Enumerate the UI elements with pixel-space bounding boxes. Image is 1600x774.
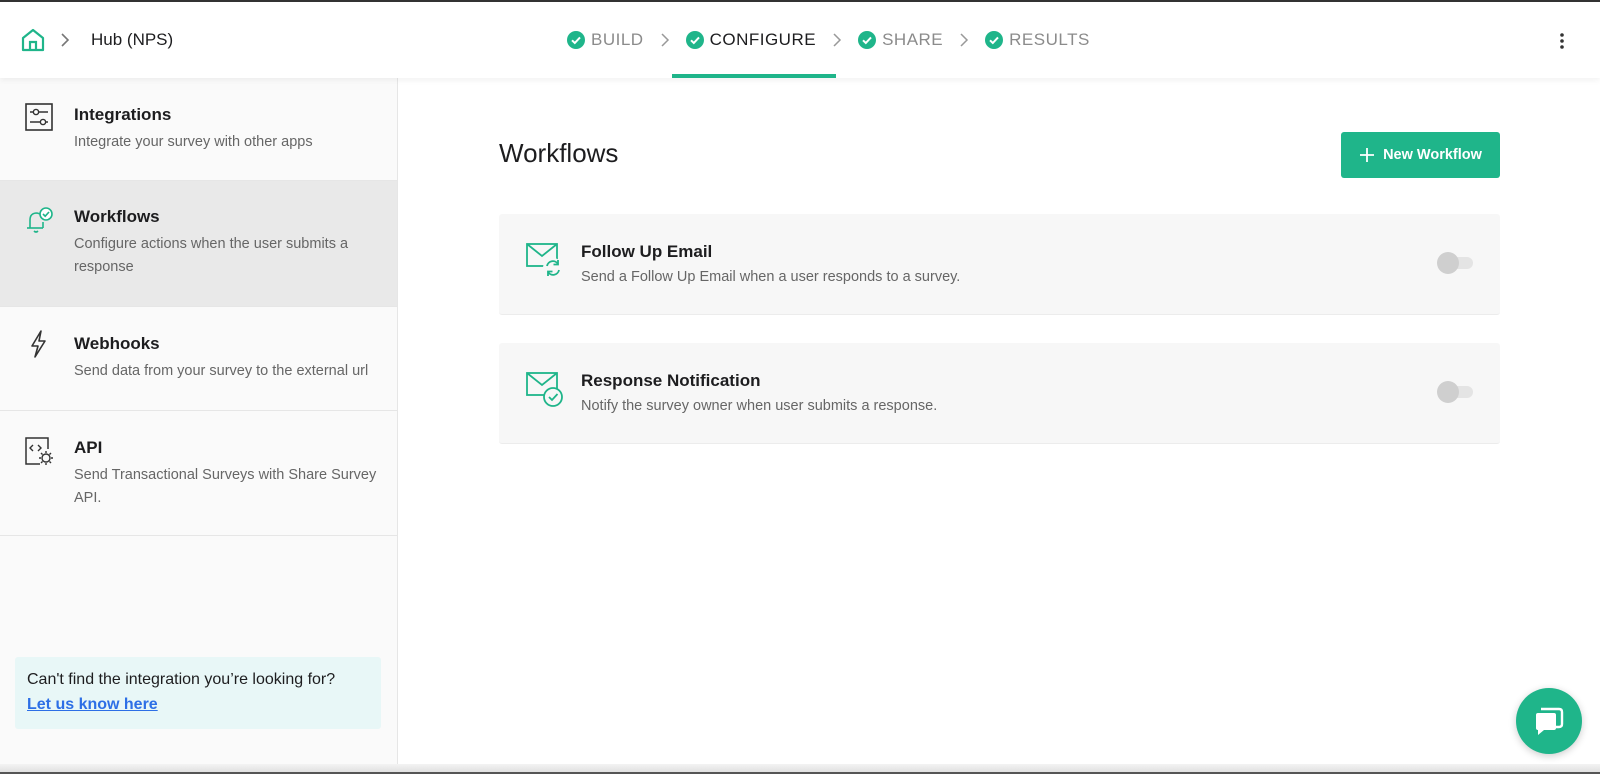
sidebar-item-workflows[interactable]: Workflows Configure actions when the use… (0, 181, 397, 307)
step-build[interactable]: BUILD (565, 2, 646, 78)
toggle-knob (1437, 252, 1459, 274)
lightning-icon (31, 330, 46, 358)
step-configure[interactable]: CONFIGURE (671, 2, 836, 78)
chat-launcher-button[interactable] (1516, 688, 1582, 754)
sidebar-item-desc: Send Transactional Surveys with Share Su… (74, 467, 377, 506)
step-results-label: RESULTS (1009, 30, 1090, 49)
step-build-label: BUILD (591, 30, 644, 49)
let-us-know-link[interactable]: Let us know here (27, 692, 158, 717)
check-circle-icon (985, 31, 1004, 49)
workflow-desc: Send a Follow Up Email when a user respo… (581, 269, 961, 285)
workflow-card-response-notification: Response Notification Notify the survey … (499, 343, 1500, 444)
sidebar-item-desc: Integrate your survey with other apps (74, 134, 313, 150)
step-configure-label: CONFIGURE (709, 30, 817, 49)
new-workflow-button[interactable]: New Workflow (1341, 132, 1500, 178)
wizard-steps: BUILD CONFIGURE SHARE RESULTS (565, 2, 1092, 78)
workflow-title: Follow Up Email (581, 242, 713, 261)
follow-up-email-toggle[interactable] (1437, 252, 1473, 274)
step-share-label: SHARE (882, 30, 944, 49)
sidebar-item-title: Webhooks (74, 334, 160, 353)
home-icon[interactable] (20, 27, 46, 53)
sidebar-item-title: Workflows (74, 207, 160, 226)
sidebar-item-title: Integrations (74, 105, 172, 124)
check-circle-icon (858, 31, 877, 49)
sidebar-item-integrations[interactable]: Integrations Integrate your survey with … (0, 78, 397, 181)
page-title: Workflows (499, 138, 619, 168)
main-content: Workflows New Workflow Follow Up Email S… (399, 78, 1600, 774)
check-circle-icon (567, 31, 585, 49)
workflow-title: Response Notification (581, 371, 761, 390)
help-callout: Can't find the integration you’re lookin… (15, 657, 381, 729)
chat-bubble-icon (1536, 707, 1564, 735)
sidebar-item-desc: Configure actions when the user submits … (74, 236, 349, 275)
check-circle-icon (685, 31, 704, 49)
more-options-icon[interactable] (1552, 30, 1572, 52)
step-share[interactable]: SHARE (856, 2, 945, 78)
chevron-right-icon (61, 33, 70, 47)
plus-icon (1360, 148, 1375, 162)
chevron-right-icon (960, 33, 969, 47)
sliders-icon (25, 103, 53, 131)
step-results[interactable]: RESULTS (983, 2, 1092, 78)
response-notification-toggle[interactable] (1437, 381, 1473, 403)
workflow-card-follow-up-email: Follow Up Email Send a Follow Up Email w… (499, 214, 1500, 315)
help-text: Can't find the integration you’re lookin… (27, 671, 336, 688)
top-header: Hub (NPS) BUILD CONFIGURE SHARE RESULTS (0, 2, 1600, 78)
toggle-knob (1437, 381, 1459, 403)
sidebar: Integrations Integrate your survey with … (0, 78, 398, 774)
bell-check-icon (27, 207, 53, 233)
breadcrumb-survey-title[interactable]: Hub (NPS) (91, 30, 173, 50)
sidebar-item-desc: Send data from your survey to the extern… (74, 363, 369, 379)
new-workflow-label: New Workflow (1383, 147, 1482, 163)
chevron-right-icon (661, 33, 669, 47)
mail-refresh-icon (526, 243, 563, 278)
code-gear-icon (25, 437, 53, 465)
chevron-right-icon (833, 33, 842, 47)
sidebar-item-webhooks[interactable]: Webhooks Send data from your survey to t… (0, 307, 397, 411)
workflow-desc: Notify the survey owner when user submit… (581, 398, 938, 414)
mail-check-icon (526, 372, 563, 407)
sidebar-item-title: API (74, 438, 103, 457)
sidebar-item-api[interactable]: API Send Transactional Surveys with Shar… (0, 411, 397, 536)
